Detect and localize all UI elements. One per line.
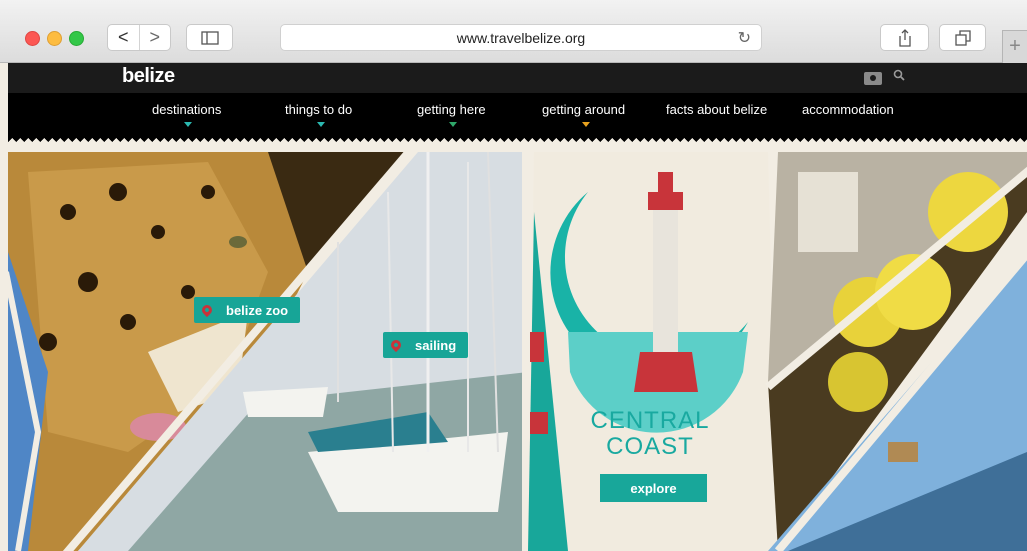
history-nav: < > (107, 24, 171, 51)
belize-zoo-badge[interactable]: belize zoo (194, 297, 301, 323)
nav-caret-icon (449, 122, 457, 127)
feature-title-line2: COAST (606, 433, 694, 460)
nav-caret-icon (184, 122, 192, 127)
nav-getting-here[interactable]: getting here (417, 102, 486, 117)
sailing-badge[interactable]: sailing (383, 332, 469, 358)
hero-collage: belize zoo sailing CENTRAL COAST explore (8, 152, 1027, 551)
nav-facts-about-belize[interactable]: facts about belize (666, 102, 767, 117)
sidebar-toggle-button[interactable] (186, 24, 233, 51)
show-tabs-button[interactable] (939, 24, 986, 51)
address-bar[interactable]: www.travelbelize.org ↻ (280, 24, 762, 51)
camera-icon[interactable] (864, 72, 882, 85)
share-icon (898, 28, 911, 47)
url-text: www.travelbelize.org (456, 30, 586, 46)
explore-button[interactable]: explore (600, 474, 707, 502)
nav-getting-around[interactable]: getting around (542, 102, 625, 117)
close-window-button[interactable] (25, 31, 40, 46)
reload-icon[interactable]: ↻ (738, 28, 751, 48)
nav-caret-icon (317, 122, 325, 127)
map-pin-icon (199, 302, 215, 318)
nav-divider (8, 138, 1027, 144)
new-tab-button[interactable]: + (1002, 30, 1027, 63)
nav-caret-icon (582, 122, 590, 127)
browser-toolbar: < > www.travelbelize.org ↻ + (0, 0, 1027, 63)
minimize-window-button[interactable] (47, 31, 62, 46)
site-logo[interactable]: belize (122, 65, 175, 88)
map-pin-icon (388, 337, 404, 353)
back-icon[interactable]: < (108, 25, 140, 50)
zoom-window-button[interactable] (69, 31, 84, 46)
forward-icon[interactable]: > (140, 25, 171, 50)
nav-accommodation[interactable]: accommodation (802, 102, 894, 117)
nav-destinations[interactable]: destinations (152, 102, 221, 117)
search-icon[interactable] (893, 69, 905, 84)
badge-label: belize zoo (226, 302, 289, 318)
tabs-icon (954, 29, 971, 46)
feature-title-line1: CENTRAL (590, 407, 710, 434)
badge-label: sailing (415, 337, 457, 353)
sidebar-icon (200, 30, 219, 45)
nav-things-to-do[interactable]: things to do (285, 102, 352, 117)
share-button[interactable] (880, 24, 929, 51)
